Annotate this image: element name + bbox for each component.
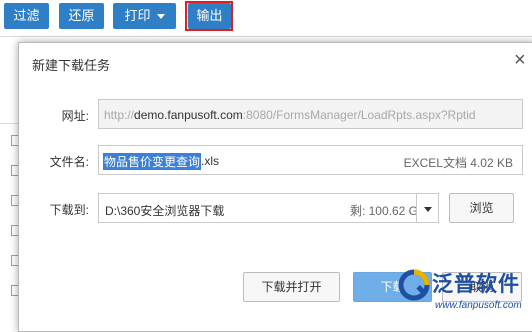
url-field[interactable]: http://demo.fanpusoft.com:8080/FormsMana…: [98, 99, 523, 129]
browse-button[interactable]: 浏览: [449, 193, 514, 223]
url-host: demo.fanpusoft.com: [134, 108, 243, 122]
toolbar: 过滤 还原 打印 输出: [0, 0, 532, 36]
export-highlight-box: [185, 1, 233, 31]
brand-logo-icon: [398, 269, 430, 301]
divider: [0, 36, 532, 37]
url-prefix: http://: [104, 108, 135, 122]
free-space-text: 剩: 100.62 GB: [349, 204, 426, 218]
brand-watermark: 泛普软件 www.fanpusoft.com: [395, 266, 532, 322]
brand-url: www.fanpusoft.com: [435, 300, 522, 311]
url-text: http://demo.fanpusoft.com:8080/FormsMana…: [104, 108, 476, 122]
chevron-down-icon: [424, 207, 432, 212]
filename-label: 文件名:: [49, 155, 89, 169]
save-path-text: D:\360安全浏览器下载: [105, 204, 225, 218]
download-and-open-button[interactable]: 下载并打开: [243, 272, 340, 302]
filename-extension: .xls: [201, 154, 219, 168]
filter-button[interactable]: 过滤: [4, 3, 49, 29]
file-info: EXCEL文档 4.02 KB: [403, 156, 513, 170]
url-rest: :8080/FormsManager/LoadRpts.aspx?Rptid: [242, 108, 476, 122]
close-icon[interactable]: ×: [514, 50, 526, 70]
chevron-down-icon: [156, 14, 165, 20]
brand-name: 泛普软件: [432, 272, 520, 296]
print-button[interactable]: 打印: [113, 3, 176, 29]
print-button-label: 打印: [124, 8, 151, 23]
url-label: 网址:: [61, 109, 89, 123]
dialog-title: 新建下载任务: [32, 58, 111, 73]
filename-selected-text: 物品售价变更查询: [103, 153, 202, 170]
table-header-line: [0, 123, 18, 124]
filename-field[interactable]: 物品售价变更查询 .xls EXCEL文档 4.02 KB: [98, 145, 523, 175]
restore-button[interactable]: 还原: [59, 3, 104, 29]
save-path-field[interactable]: D:\360安全浏览器下载 剩: 100.62 GB: [98, 193, 439, 223]
saveto-label: 下载到:: [49, 203, 89, 217]
save-path-dropdown[interactable]: [416, 193, 439, 223]
